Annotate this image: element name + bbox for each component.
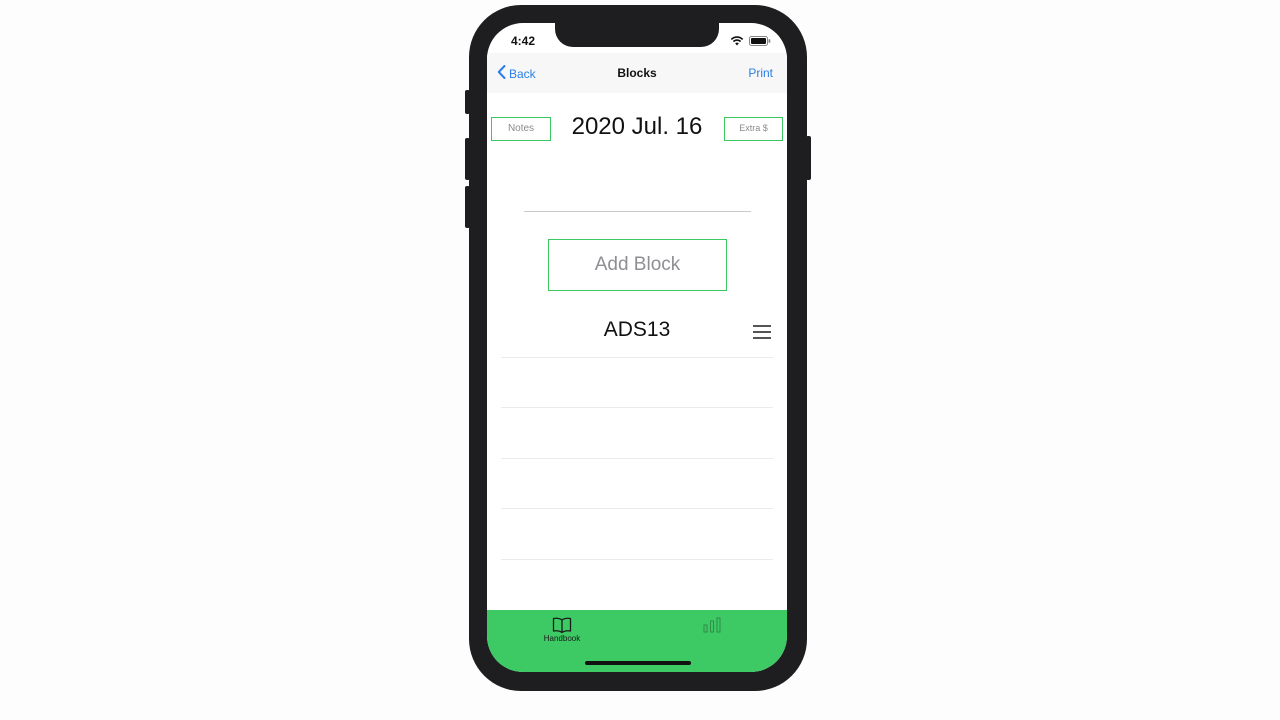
row-separator: [501, 357, 773, 358]
chart-icon: [662, 617, 762, 633]
phone-screen: 4:42 Back Blocks Print Notes 2020 Jul. 1…: [487, 23, 787, 672]
row-separator: [501, 407, 773, 408]
status-icons: [730, 36, 771, 46]
tab-stats[interactable]: [662, 617, 762, 634]
page-title: Blocks: [617, 66, 657, 80]
row-separator: [501, 458, 773, 459]
wifi-icon: [730, 36, 744, 46]
add-block-button[interactable]: Add Block: [548, 239, 727, 291]
print-button[interactable]: Print: [748, 66, 773, 80]
row-separator: [501, 508, 773, 509]
list-item[interactable]: ADS13: [501, 315, 773, 357]
row-separator: [501, 559, 773, 560]
home-indicator: [585, 661, 691, 665]
book-icon: [512, 617, 612, 633]
divider: [524, 211, 751, 212]
desktop-background: 4:42 Back Blocks Print Notes 2020 Jul. 1…: [0, 0, 1280, 720]
phone-notch: [555, 23, 719, 47]
tab-handbook[interactable]: Handbook: [512, 617, 612, 643]
block-name: ADS13: [603, 318, 671, 341]
notes-button[interactable]: Notes: [491, 117, 551, 141]
tab-handbook-label: Handbook: [543, 634, 581, 643]
battery-icon: [749, 36, 771, 46]
status-time: 4:42: [511, 34, 536, 48]
extra-money-button[interactable]: Extra $: [724, 117, 783, 141]
navigation-bar: Back Blocks Print: [487, 53, 787, 93]
date-title: 2020 Jul. 16: [571, 113, 703, 140]
reorder-icon[interactable]: [751, 322, 773, 340]
